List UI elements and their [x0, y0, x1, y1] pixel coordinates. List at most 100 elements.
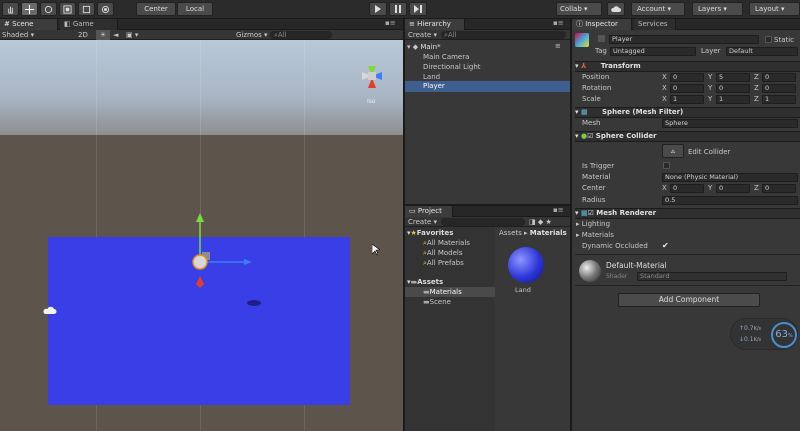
move-gizmo[interactable] — [180, 210, 260, 300]
cloud-button[interactable] — [607, 2, 625, 16]
rotate-tool-button[interactable] — [40, 2, 57, 16]
material-thumbnail[interactable] — [508, 247, 544, 283]
dynamic-occluded-checkbox[interactable]: ✔ — [662, 241, 669, 250]
panel-menu-icon[interactable]: ▪≡ — [553, 19, 564, 27]
number-field-z[interactable]: 0 — [762, 73, 796, 82]
axis-label-x[interactable]: X — [662, 94, 667, 104]
axis-label-z[interactable]: Z — [754, 72, 759, 82]
number-field-x[interactable]: 0 — [670, 184, 704, 193]
tag-dropdown[interactable]: Untagged — [610, 47, 696, 56]
favorites-item[interactable]: ⌕All Models — [423, 248, 463, 258]
hand-tool-button[interactable] — [2, 2, 19, 16]
orientation-gizmo[interactable] — [352, 54, 392, 104]
enabled-checkbox-icon[interactable]: ☑ — [588, 209, 594, 217]
favorites-item[interactable]: ⌕All Materials — [423, 238, 470, 248]
active-checkbox[interactable] — [598, 35, 605, 42]
number-field-x[interactable]: 1 — [670, 95, 704, 104]
tab-game[interactable]: ◧ Game — [60, 19, 118, 30]
number-field-x[interactable]: 0 — [670, 73, 704, 82]
axis-label-z[interactable]: Z — [754, 183, 759, 193]
hierarchy-item-main-camera[interactable]: Main Camera — [423, 52, 469, 62]
number-field-z[interactable]: 1 — [762, 95, 796, 104]
pivot-center-toggle[interactable]: Center — [136, 2, 176, 16]
number-field-y[interactable]: 0 — [716, 184, 750, 193]
transform-header[interactable]: ▾ ⅄ Transform — [575, 61, 800, 72]
tab-services[interactable]: Services — [634, 19, 676, 30]
assets-header[interactable]: ▾▬Assets — [407, 277, 443, 287]
favorites-header[interactable]: ▾★Favorites — [407, 228, 453, 238]
layers-dropdown[interactable]: Layers ▾ — [692, 2, 743, 16]
gizmos-dropdown[interactable]: Gizmos ▾ — [236, 30, 268, 40]
sphere-collider-header[interactable]: ▾ ●☑ Sphere Collider — [575, 131, 800, 142]
effects-toggle[interactable]: ▣ ▾ — [126, 30, 138, 40]
object-name-field[interactable]: Player — [609, 35, 759, 44]
tab-scene[interactable]: # Scene — [0, 19, 58, 30]
axis-label-x[interactable]: X — [662, 72, 667, 82]
radius-field[interactable]: 0.5 — [662, 196, 798, 205]
mesh-field[interactable]: Sphere — [662, 119, 798, 128]
axis-label-z[interactable]: Z — [754, 94, 759, 104]
mesh-filter-header[interactable]: ▾ ▦ Sphere (Mesh Filter) — [575, 107, 800, 118]
transform-tool-button[interactable] — [97, 2, 114, 16]
assets-item-scene[interactable]: ▬Scene — [423, 297, 451, 307]
panel-menu-icon[interactable]: ▪≡ — [385, 19, 396, 27]
hierarchy-item-player[interactable]: Player — [405, 81, 570, 92]
project-create-dropdown[interactable]: Create ▾ — [408, 217, 437, 227]
space-local-toggle[interactable]: Local — [177, 2, 213, 16]
hierarchy-create-dropdown[interactable]: Create ▾ — [408, 30, 437, 40]
scene-search-input[interactable]: ⌕All — [270, 31, 332, 39]
scale-tool-button[interactable] — [59, 2, 76, 16]
pause-button[interactable] — [389, 2, 407, 16]
number-field-y[interactable]: 1 — [716, 95, 750, 104]
materials-foldout[interactable]: ▸ Materials — [576, 230, 614, 240]
filter-icons[interactable]: ◨ ◆ ★ — [529, 217, 552, 227]
axis-label-y[interactable]: Y — [708, 72, 712, 82]
step-button[interactable] — [409, 2, 427, 16]
shading-dropdown[interactable]: Shaded ▾ — [2, 30, 34, 40]
tab-hierarchy[interactable]: ≡ Hierarchy — [405, 19, 465, 30]
shader-dropdown[interactable]: Standard — [637, 272, 787, 281]
account-dropdown[interactable]: Account ▾ — [631, 2, 685, 16]
mode-2d-toggle[interactable]: 2D — [78, 30, 88, 40]
enabled-checkbox-icon[interactable]: ☑ — [587, 132, 593, 140]
hierarchy-search-input[interactable]: ⌕All — [441, 31, 566, 39]
audio-toggle[interactable]: ◄ — [113, 30, 118, 40]
number-field-z[interactable]: 0 — [762, 84, 796, 93]
breadcrumb-root[interactable]: Assets — [499, 229, 522, 237]
number-field-x[interactable]: 0 — [670, 84, 704, 93]
favorites-item[interactable]: ⌕All Prefabs — [423, 258, 464, 268]
physic-material-field[interactable]: None (Physic Material) — [662, 173, 798, 182]
axis-label-x[interactable]: X — [662, 183, 667, 193]
scene-viewport[interactable]: Iso — [0, 40, 403, 431]
persp-label[interactable]: Iso — [367, 98, 376, 105]
tab-project[interactable]: ▭ Project — [405, 206, 453, 217]
edit-collider-button[interactable]: ⩟ — [662, 144, 684, 158]
rect-tool-button[interactable] — [78, 2, 95, 16]
asset-name[interactable]: Land — [515, 285, 531, 295]
layer-dropdown[interactable]: Default — [726, 47, 798, 56]
add-component-button[interactable]: Add Component — [618, 293, 760, 307]
axis-label-y[interactable]: Y — [708, 94, 712, 104]
scene-root-item[interactable]: ▾ ◆ Main* — [407, 42, 568, 52]
axis-label-y[interactable]: Y — [708, 83, 712, 93]
lighting-toggle[interactable]: ☀ — [96, 30, 110, 40]
number-field-z[interactable]: 0 — [762, 184, 796, 193]
project-search-input[interactable] — [441, 218, 525, 226]
number-field-y[interactable]: 5 — [716, 73, 750, 82]
collab-dropdown[interactable]: Collab ▾ — [556, 2, 602, 16]
mesh-renderer-header[interactable]: ▾ ▦☑ Mesh Renderer — [575, 208, 800, 219]
move-tool-button[interactable] — [21, 2, 38, 16]
breadcrumb-current[interactable]: Materials — [530, 229, 567, 237]
number-field-y[interactable]: 0 — [716, 84, 750, 93]
tab-inspector[interactable]: ⓘ Inspector — [572, 19, 632, 30]
hierarchy-item-directional-light[interactable]: Directional Light — [423, 62, 481, 72]
static-checkbox[interactable] — [765, 36, 772, 43]
axis-label-x[interactable]: X — [662, 83, 667, 93]
scene-menu-icon[interactable]: ≡ — [555, 42, 561, 50]
axis-label-y[interactable]: Y — [708, 183, 712, 193]
play-button[interactable] — [369, 2, 387, 16]
assets-item-materials[interactable]: ▬Materials — [405, 287, 495, 297]
panel-menu-icon[interactable]: ▪≡ — [553, 206, 564, 214]
lighting-foldout[interactable]: ▸ Lighting — [576, 219, 610, 229]
is-trigger-checkbox[interactable] — [663, 162, 670, 169]
